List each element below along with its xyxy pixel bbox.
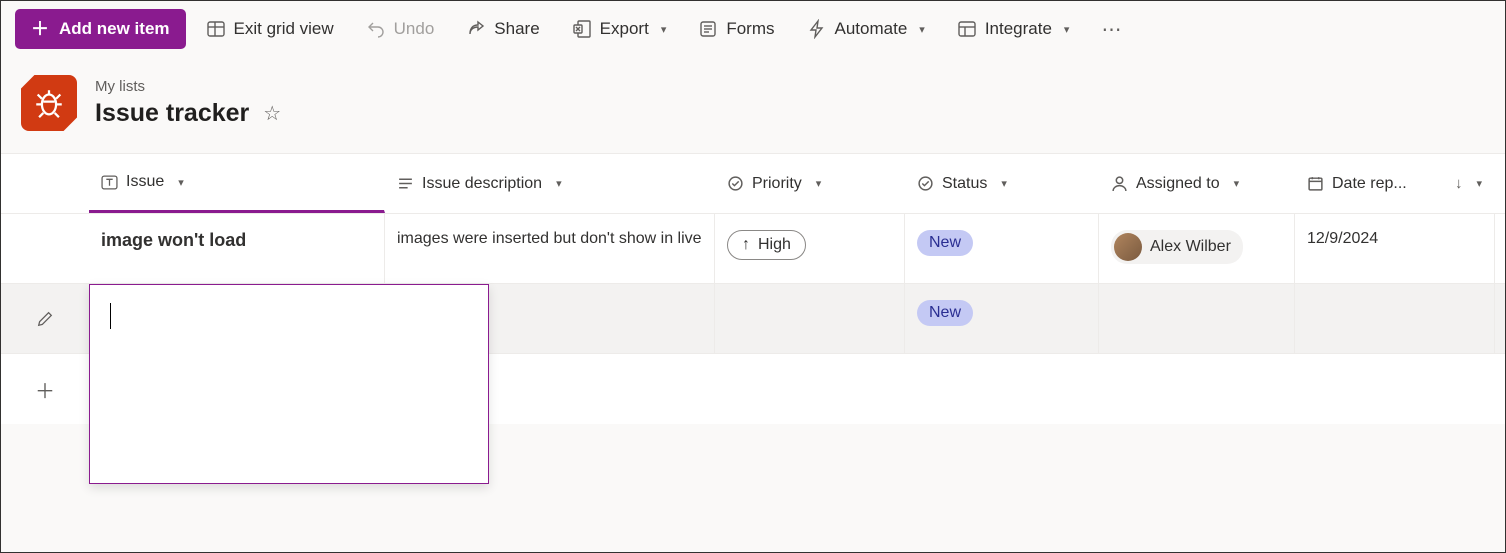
chevron-down-icon: ▾	[816, 177, 822, 190]
list-title: Issue tracker	[95, 99, 249, 128]
status-pill: New	[917, 230, 973, 256]
row-gutter-header	[1, 154, 89, 213]
cell-date[interactable]: 12/9/2024	[1295, 214, 1495, 283]
table-row-editing[interactable]: New	[1, 284, 1505, 354]
chevron-down-icon: ▾	[178, 176, 184, 189]
cell-issue[interactable]: image won't load	[89, 214, 385, 283]
bug-icon	[32, 86, 66, 120]
favorite-button[interactable]: ☆	[263, 101, 281, 126]
undo-button: Undo	[354, 11, 447, 47]
forms-button[interactable]: Forms	[686, 11, 786, 47]
status-pill: New	[917, 300, 973, 326]
assignee-chip: Alex Wilber	[1111, 230, 1243, 264]
star-icon: ☆	[263, 103, 281, 125]
column-header-description[interactable]: Issue description ▾	[385, 154, 715, 213]
automate-icon	[807, 19, 827, 39]
column-header-assigned[interactable]: Assigned to ▾	[1099, 154, 1295, 213]
calendar-icon	[1307, 175, 1324, 192]
cell-priority[interactable]	[715, 284, 905, 353]
breadcrumb[interactable]: My lists	[95, 78, 281, 95]
data-grid: Issue ▾ Issue description ▾ Priority ▾ S…	[1, 153, 1505, 424]
more-actions-button[interactable]: ⋯	[1089, 9, 1135, 50]
person-icon	[1111, 175, 1128, 192]
share-button[interactable]: Share	[454, 11, 551, 47]
chevron-down-icon: ▾	[1001, 177, 1007, 190]
cell-status[interactable]: New	[905, 214, 1099, 283]
arrow-up-icon: ↑	[742, 236, 750, 254]
integrate-icon	[957, 19, 977, 39]
column-header-status[interactable]: Status ▾	[905, 154, 1099, 213]
plus-icon: ＋	[31, 20, 49, 38]
text-type-icon	[101, 174, 118, 191]
list-tile-icon	[21, 75, 77, 131]
cell-description[interactable]: images were inserted but don't show in l…	[385, 214, 715, 283]
cell-status[interactable]: New	[905, 284, 1099, 353]
chevron-down-icon: ▾	[661, 23, 667, 36]
column-header-date[interactable]: Date rep... ↓ ▾	[1295, 154, 1495, 213]
add-new-item-button[interactable]: ＋ Add new item	[15, 9, 186, 49]
export-button[interactable]: Export ▾	[560, 11, 679, 47]
automate-button[interactable]: Automate ▾	[795, 11, 937, 47]
grid-icon	[206, 19, 226, 39]
share-icon	[466, 19, 486, 39]
cell-assigned[interactable]: Alex Wilber	[1099, 214, 1295, 283]
ellipsis-icon: ⋯	[1101, 19, 1123, 41]
list-header: My lists Issue tracker ☆	[1, 57, 1505, 153]
exit-grid-view-button[interactable]: Exit grid view	[194, 11, 346, 47]
chevron-down-icon: ▾	[1476, 177, 1482, 190]
multiline-icon	[397, 175, 414, 192]
cell-priority[interactable]: ↑ High	[715, 214, 905, 283]
priority-pill: ↑ High	[727, 230, 806, 260]
excel-icon	[572, 19, 592, 39]
avatar	[1114, 233, 1142, 261]
forms-icon	[698, 19, 718, 39]
plus-icon: ＋	[35, 375, 55, 404]
choice-icon	[917, 175, 934, 192]
column-header-priority[interactable]: Priority ▾	[715, 154, 905, 213]
pencil-icon	[36, 310, 54, 328]
cell-date[interactable]	[1295, 284, 1495, 353]
chevron-down-icon: ▾	[1064, 23, 1070, 36]
sort-down-icon: ↓	[1455, 175, 1463, 192]
cell-assigned[interactable]	[1099, 284, 1295, 353]
issue-title: image won't load	[101, 230, 246, 251]
chevron-down-icon: ▾	[1234, 177, 1240, 190]
chevron-down-icon: ▾	[556, 177, 562, 190]
grid-header-row: Issue ▾ Issue description ▾ Priority ▾ S…	[1, 154, 1505, 214]
undo-icon	[366, 19, 386, 39]
command-bar: ＋ Add new item Exit grid view Undo Share…	[1, 1, 1505, 57]
edit-row-indicator[interactable]	[1, 284, 89, 353]
table-row[interactable]: image won't load images were inserted bu…	[1, 214, 1505, 284]
integrate-button[interactable]: Integrate ▾	[945, 11, 1082, 47]
text-cursor	[110, 303, 111, 329]
chevron-down-icon: ▾	[919, 23, 925, 36]
choice-icon	[727, 175, 744, 192]
column-header-issue[interactable]: Issue ▾	[89, 154, 385, 213]
add-new-item-label: Add new item	[59, 19, 170, 39]
cell-editor-popup[interactable]	[89, 284, 489, 484]
add-row-plus[interactable]: ＋	[1, 375, 89, 404]
row-handle[interactable]	[1, 214, 89, 283]
